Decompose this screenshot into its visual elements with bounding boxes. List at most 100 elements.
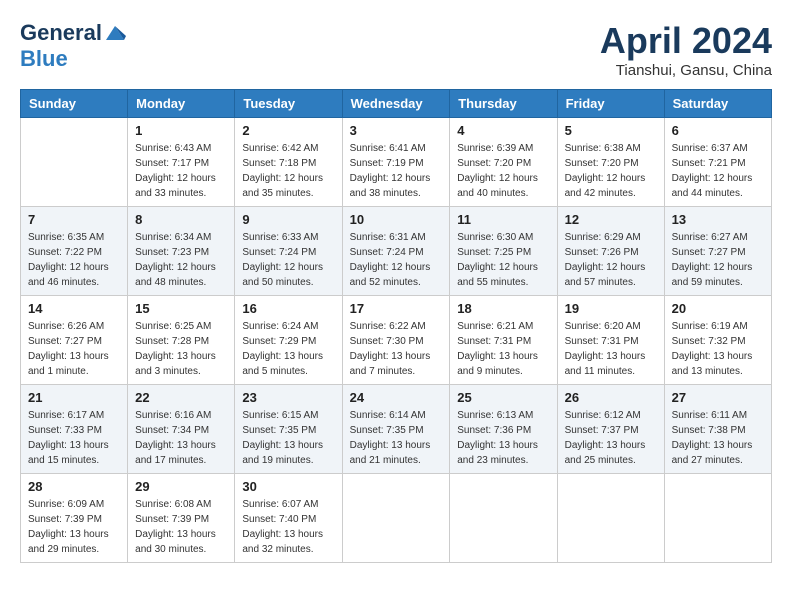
day-info: Sunrise: 6:13 AMSunset: 7:36 PMDaylight:… — [457, 408, 549, 468]
day-info: Sunrise: 6:15 AMSunset: 7:35 PMDaylight:… — [242, 408, 334, 468]
calendar-cell: 25 Sunrise: 6:13 AMSunset: 7:36 PMDayligh… — [450, 385, 557, 474]
day-info: Sunrise: 6:34 AMSunset: 7:23 PMDaylight:… — [135, 230, 227, 290]
calendar-cell: 20 Sunrise: 6:19 AMSunset: 7:32 PMDayligh… — [664, 296, 771, 385]
day-info: Sunrise: 6:14 AMSunset: 7:35 PMDaylight:… — [350, 408, 443, 468]
calendar-week-3: 14 Sunrise: 6:26 AMSunset: 7:27 PMDayligh… — [21, 296, 772, 385]
calendar-cell: 26 Sunrise: 6:12 AMSunset: 7:37 PMDayligh… — [557, 385, 664, 474]
calendar-cell: 13 Sunrise: 6:27 AMSunset: 7:27 PMDayligh… — [664, 207, 771, 296]
day-number: 16 — [242, 301, 334, 316]
day-info: Sunrise: 6:31 AMSunset: 7:24 PMDaylight:… — [350, 230, 443, 290]
calendar-header-saturday: Saturday — [664, 90, 771, 118]
calendar-header-row: SundayMondayTuesdayWednesdayThursdayFrid… — [21, 90, 772, 118]
day-number: 6 — [672, 123, 764, 138]
logo-icon — [104, 22, 126, 44]
calendar-cell: 12Sunrise: 6:29 AMSunset: 7:26 PMDayligh… — [557, 207, 664, 296]
calendar-cell: 15 Sunrise: 6:25 AMSunset: 7:28 PMDayligh… — [128, 296, 235, 385]
calendar-cell: 30 Sunrise: 6:07 AMSunset: 7:40 PMDayligh… — [235, 474, 342, 563]
calendar-cell: 29Sunrise: 6:08 AMSunset: 7:39 PMDayligh… — [128, 474, 235, 563]
calendar-cell: 19 Sunrise: 6:20 AMSunset: 7:31 PMDayligh… — [557, 296, 664, 385]
calendar-header-sunday: Sunday — [21, 90, 128, 118]
day-info: Sunrise: 6:17 AMSunset: 7:33 PMDaylight:… — [28, 408, 120, 468]
day-number: 17 — [350, 301, 443, 316]
page-header: General Blue April 2024 Tianshui, Gansu,… — [20, 20, 772, 79]
calendar-cell — [450, 474, 557, 563]
calendar-cell: 11 Sunrise: 6:30 AMSunset: 7:25 PMDayligh… — [450, 207, 557, 296]
calendar-header-monday: Monday — [128, 90, 235, 118]
calendar-table: SundayMondayTuesdayWednesdayThursdayFrid… — [20, 89, 772, 563]
day-info: Sunrise: 6:29 AMSunset: 7:26 PMDaylight:… — [565, 230, 657, 290]
calendar-cell: 3 Sunrise: 6:41 AMSunset: 7:19 PMDaylight… — [342, 118, 450, 207]
day-info: Sunrise: 6:22 AMSunset: 7:30 PMDaylight:… — [350, 319, 443, 379]
day-number: 8 — [135, 212, 227, 227]
day-number: 26 — [565, 390, 657, 405]
calendar-week-1: 1 Sunrise: 6:43 AMSunset: 7:17 PMDaylight… — [21, 118, 772, 207]
calendar-cell: 23Sunrise: 6:15 AMSunset: 7:35 PMDayligh… — [235, 385, 342, 474]
calendar-week-2: 7 Sunrise: 6:35 AMSunset: 7:22 PMDaylight… — [21, 207, 772, 296]
day-number: 18 — [457, 301, 549, 316]
day-info: Sunrise: 6:24 AMSunset: 7:29 PMDaylight:… — [242, 319, 334, 379]
day-number: 28 — [28, 479, 120, 494]
calendar-cell: 6 Sunrise: 6:37 AMSunset: 7:21 PMDaylight… — [664, 118, 771, 207]
logo: General Blue — [20, 20, 126, 72]
day-info: Sunrise: 6:27 AMSunset: 7:27 PMDaylight:… — [672, 230, 764, 290]
day-info: Sunrise: 6:41 AMSunset: 7:19 PMDaylight:… — [350, 141, 443, 201]
calendar-cell: 4 Sunrise: 6:39 AMSunset: 7:20 PMDaylight… — [450, 118, 557, 207]
day-number: 20 — [672, 301, 764, 316]
day-info: Sunrise: 6:33 AMSunset: 7:24 PMDaylight:… — [242, 230, 334, 290]
calendar-header-wednesday: Wednesday — [342, 90, 450, 118]
calendar-cell — [342, 474, 450, 563]
calendar-cell: 14 Sunrise: 6:26 AMSunset: 7:27 PMDayligh… — [21, 296, 128, 385]
day-info: Sunrise: 6:08 AMSunset: 7:39 PMDaylight:… — [135, 497, 227, 557]
day-number: 3 — [350, 123, 443, 138]
calendar-cell: 2Sunrise: 6:42 AMSunset: 7:18 PMDaylight… — [235, 118, 342, 207]
calendar-cell: 22Sunrise: 6:16 AMSunset: 7:34 PMDayligh… — [128, 385, 235, 474]
day-info: Sunrise: 6:39 AMSunset: 7:20 PMDaylight:… — [457, 141, 549, 201]
day-info: Sunrise: 6:07 AMSunset: 7:40 PMDaylight:… — [242, 497, 334, 557]
day-info: Sunrise: 6:19 AMSunset: 7:32 PMDaylight:… — [672, 319, 764, 379]
day-info: Sunrise: 6:20 AMSunset: 7:31 PMDaylight:… — [565, 319, 657, 379]
day-number: 25 — [457, 390, 549, 405]
day-number: 9 — [242, 212, 334, 227]
day-info: Sunrise: 6:30 AMSunset: 7:25 PMDaylight:… — [457, 230, 549, 290]
day-info: Sunrise: 6:09 AMSunset: 7:39 PMDaylight:… — [28, 497, 120, 557]
day-info: Sunrise: 6:25 AMSunset: 7:28 PMDaylight:… — [135, 319, 227, 379]
calendar-cell: 24 Sunrise: 6:14 AMSunset: 7:35 PMDayligh… — [342, 385, 450, 474]
day-number: 1 — [135, 123, 227, 138]
day-info: Sunrise: 6:35 AMSunset: 7:22 PMDaylight:… — [28, 230, 120, 290]
calendar-header-friday: Friday — [557, 90, 664, 118]
calendar-week-5: 28 Sunrise: 6:09 AMSunset: 7:39 PMDayligh… — [21, 474, 772, 563]
logo-general: General — [20, 20, 102, 46]
day-info: Sunrise: 6:37 AMSunset: 7:21 PMDaylight:… — [672, 141, 764, 201]
day-info: Sunrise: 6:26 AMSunset: 7:27 PMDaylight:… — [28, 319, 120, 379]
calendar-header-tuesday: Tuesday — [235, 90, 342, 118]
calendar-cell: 7 Sunrise: 6:35 AMSunset: 7:22 PMDaylight… — [21, 207, 128, 296]
day-info: Sunrise: 6:16 AMSunset: 7:34 PMDaylight:… — [135, 408, 227, 468]
calendar-week-4: 21 Sunrise: 6:17 AMSunset: 7:33 PMDayligh… — [21, 385, 772, 474]
day-number: 13 — [672, 212, 764, 227]
calendar-cell: 10 Sunrise: 6:31 AMSunset: 7:24 PMDayligh… — [342, 207, 450, 296]
month-title: April 2024 — [600, 20, 772, 62]
day-number: 19 — [565, 301, 657, 316]
day-info: Sunrise: 6:11 AMSunset: 7:38 PMDaylight:… — [672, 408, 764, 468]
day-info: Sunrise: 6:43 AMSunset: 7:17 PMDaylight:… — [135, 141, 227, 201]
day-number: 15 — [135, 301, 227, 316]
day-info: Sunrise: 6:12 AMSunset: 7:37 PMDaylight:… — [565, 408, 657, 468]
day-number: 21 — [28, 390, 120, 405]
day-number: 24 — [350, 390, 443, 405]
day-number: 7 — [28, 212, 120, 227]
day-number: 14 — [28, 301, 120, 316]
subtitle: Tianshui, Gansu, China — [600, 62, 772, 79]
day-number: 27 — [672, 390, 764, 405]
calendar-cell: 9 Sunrise: 6:33 AMSunset: 7:24 PMDaylight… — [235, 207, 342, 296]
calendar-cell: 1 Sunrise: 6:43 AMSunset: 7:17 PMDaylight… — [128, 118, 235, 207]
day-number: 30 — [242, 479, 334, 494]
calendar-cell — [21, 118, 128, 207]
day-number: 10 — [350, 212, 443, 227]
calendar-cell: 21 Sunrise: 6:17 AMSunset: 7:33 PMDayligh… — [21, 385, 128, 474]
day-info: Sunrise: 6:21 AMSunset: 7:31 PMDaylight:… — [457, 319, 549, 379]
title-area: April 2024 Tianshui, Gansu, China — [600, 20, 772, 79]
day-info: Sunrise: 6:42 AMSunset: 7:18 PMDaylight:… — [242, 141, 334, 201]
day-number: 4 — [457, 123, 549, 138]
day-number: 11 — [457, 212, 549, 227]
calendar-header-thursday: Thursday — [450, 90, 557, 118]
